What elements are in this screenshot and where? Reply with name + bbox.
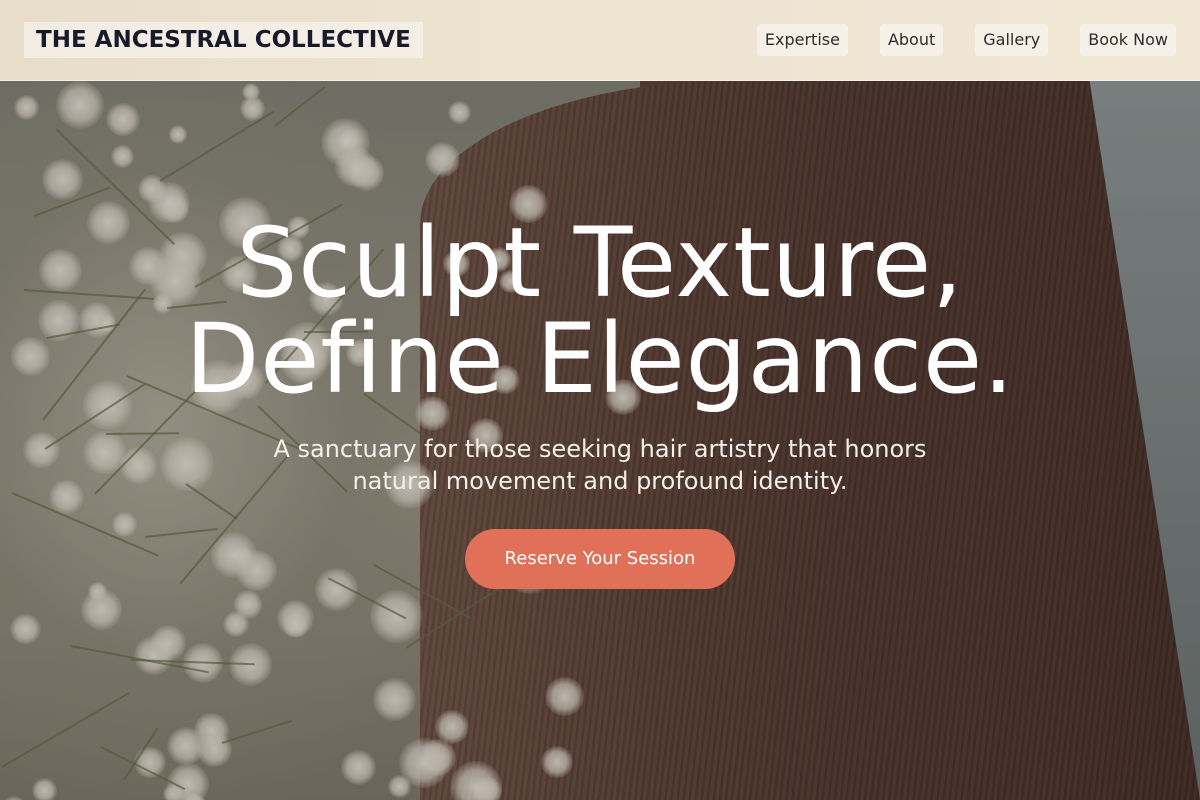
reserve-session-button[interactable]: Reserve Your Session <box>465 529 735 589</box>
nav-link-about[interactable]: About <box>879 24 944 56</box>
hero-headline-line-2: Define Elegance. <box>185 303 1015 415</box>
hero-headline: Sculpt Texture, Define Elegance. <box>0 215 1200 407</box>
main-nav: Expertise About Gallery Book Now <box>756 24 1176 56</box>
hero-subtitle-line-2: natural movement and profound identity. <box>352 467 848 495</box>
site-logo[interactable]: THE ANCESTRAL COLLECTIVE <box>36 27 411 53</box>
hero-subtitle: A sanctuary for those seeking hair artis… <box>250 433 950 497</box>
site-header: THE ANCESTRAL COLLECTIVE Expertise About… <box>0 0 1200 81</box>
hero-section: Sculpt Texture, Define Elegance. A sanct… <box>0 215 1200 589</box>
logo-box[interactable]: THE ANCESTRAL COLLECTIVE <box>24 22 423 58</box>
nav-link-gallery[interactable]: Gallery <box>975 24 1049 56</box>
nav-link-expertise[interactable]: Expertise <box>756 24 848 56</box>
nav-link-book-now[interactable]: Book Now <box>1080 24 1176 56</box>
hero-subtitle-line-1: A sanctuary for those seeking hair artis… <box>273 435 927 463</box>
hero-headline-line-1: Sculpt Texture, <box>236 207 964 319</box>
